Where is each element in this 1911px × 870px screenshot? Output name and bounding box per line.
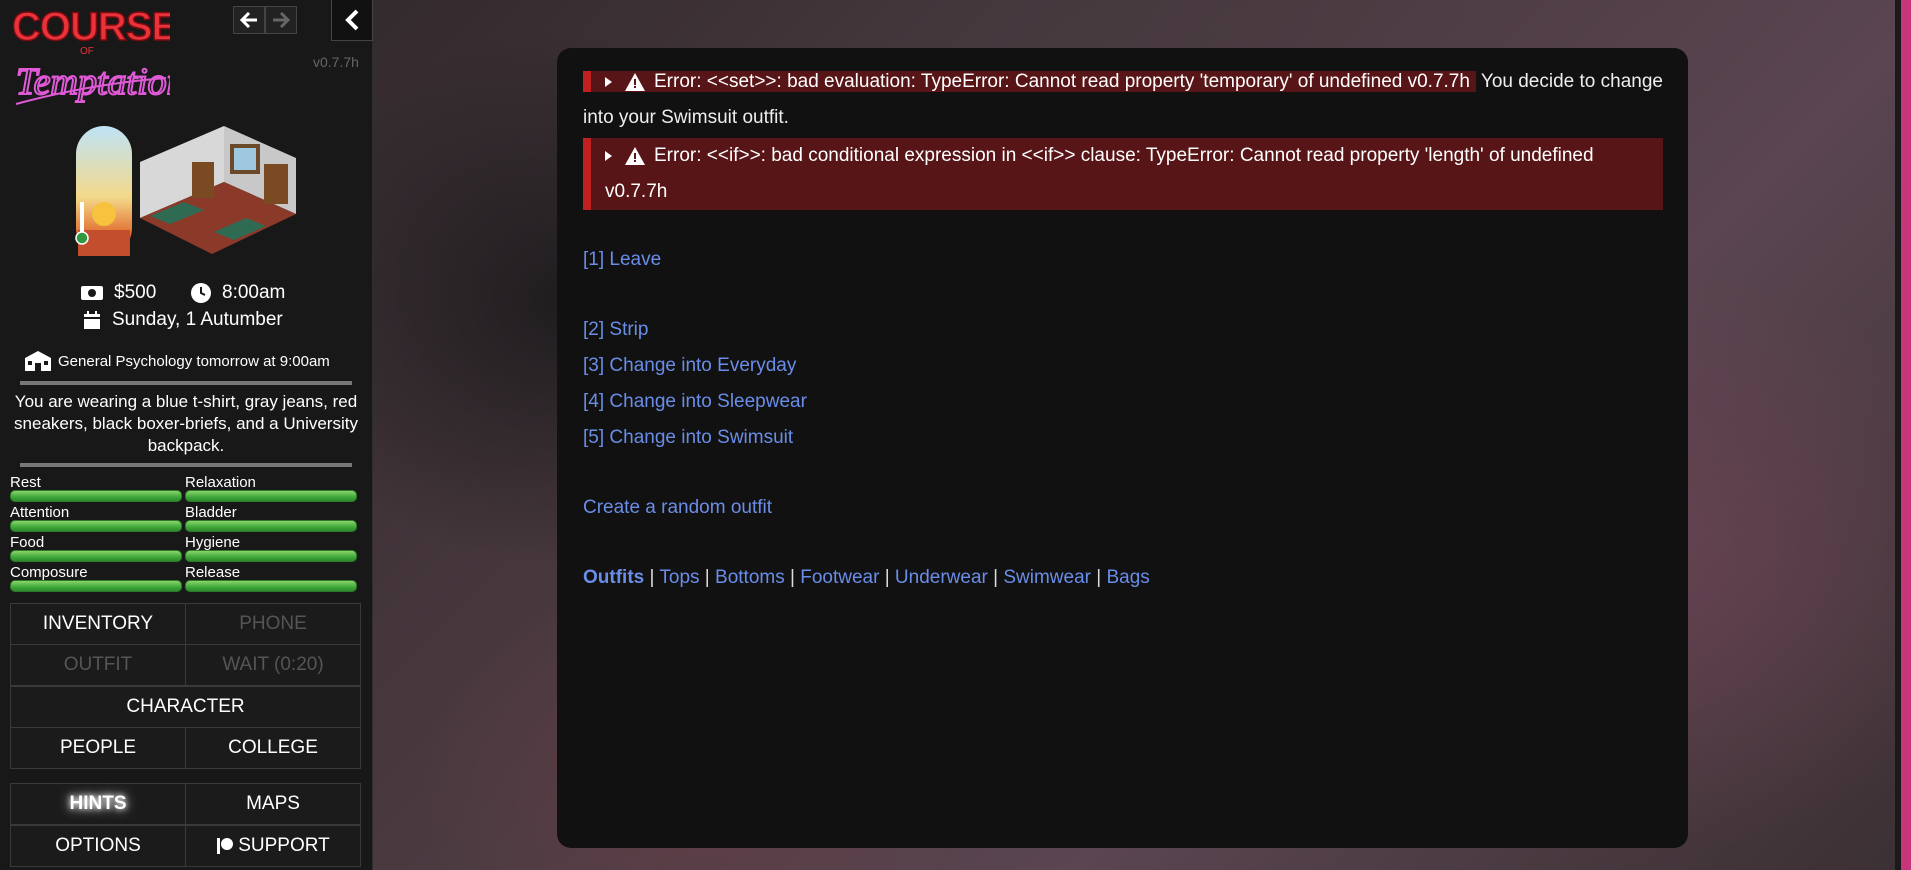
strip-link[interactable]: [2] Strip (583, 319, 648, 340)
tab-outfits[interactable]: Outfits (583, 567, 644, 588)
meter-composure: Composure (10, 564, 182, 592)
separator: | (790, 567, 795, 588)
money-value: $500 (114, 282, 157, 303)
meter-attention: Attention (10, 504, 182, 532)
college-button[interactable]: COLLEGE (185, 727, 361, 769)
character-button[interactable]: CHARACTER (10, 686, 361, 728)
wait-button[interactable]: WAIT (0:20) (185, 644, 361, 686)
divider (20, 381, 352, 385)
meter-label: Relaxation (185, 474, 256, 491)
time-display: 8:00am (190, 282, 285, 304)
people-button[interactable]: PEOPLE (10, 727, 186, 769)
sidebar-collapse-button[interactable] (331, 0, 373, 41)
separator: | (649, 567, 655, 588)
arrow-left-icon (240, 12, 257, 28)
meter-bar (10, 580, 182, 592)
svg-text:OF: OF (80, 46, 94, 57)
change-sleepwear-link[interactable]: [4] Change into Sleepwear (583, 391, 807, 412)
meter-relaxation: Relaxation (185, 474, 357, 502)
hints-button[interactable]: HINTS (10, 783, 186, 825)
time-value: 8:00am (222, 282, 286, 303)
meter-label: Attention (10, 504, 70, 521)
options-button[interactable]: OPTIONS (10, 825, 186, 867)
category-tabs: Outfits | Tops | Bottoms | Footwear | Un… (583, 560, 1663, 596)
money-display: $500 (80, 282, 156, 304)
money-icon (81, 286, 103, 300)
story-passage: Error: <<set>>: bad evaluation: TypeErro… (557, 48, 1688, 848)
support-label: SUPPORT (238, 835, 330, 856)
passage-content: Error: <<set>>: bad evaluation: TypeErro… (583, 64, 1663, 596)
separator: | (884, 567, 890, 588)
separator: | (993, 567, 999, 588)
meter-hygiene: Hygiene (185, 534, 357, 562)
passage-paragraph: Error: <<set>>: bad evaluation: TypeErro… (583, 64, 1663, 136)
class-notice-text: General Psychology tomorrow at 9:00am (58, 352, 330, 370)
tab-swimwear[interactable]: Swimwear (1003, 567, 1091, 588)
svg-text:COURSE: COURSE (12, 5, 170, 49)
meter-label: Hygiene (185, 534, 241, 551)
error-message[interactable]: Error: <<if>>: bad conditional expressio… (583, 138, 1663, 210)
meter-bar (10, 550, 182, 562)
meter-label: Food (10, 534, 45, 551)
history-back-button[interactable] (233, 6, 265, 34)
error-text: Error: <<if>>: bad conditional expressio… (605, 145, 1594, 202)
warning-icon (625, 146, 645, 165)
svg-text:Temptation: Temptation (16, 61, 170, 103)
outfit-button[interactable]: OUTFIT (10, 644, 186, 686)
error-text: Error: <<set>>: bad evaluation: TypeErro… (654, 71, 1470, 92)
meter-label: Composure (10, 564, 88, 581)
error-message[interactable]: Error: <<set>>: bad evaluation: TypeErro… (583, 71, 1476, 92)
change-swimsuit-link[interactable]: [5] Change into Swimsuit (583, 427, 793, 448)
meter-label: Rest (10, 474, 41, 491)
meter-bar (185, 550, 357, 562)
meter-bladder: Bladder (185, 504, 357, 532)
expand-caret-icon (605, 150, 612, 161)
sidebar: COURSE OF Temptation v0.7.7h $500 8:00am… (0, 0, 373, 870)
meter-bar (185, 490, 357, 502)
maps-button[interactable]: MAPS (185, 783, 361, 825)
calendar-icon (84, 311, 100, 329)
expand-caret-icon (605, 76, 612, 87)
meter-bar (185, 580, 357, 592)
room-illustration (75, 126, 296, 256)
change-everyday-link[interactable]: [3] Change into Everyday (583, 355, 796, 376)
meter-bar (185, 520, 357, 532)
meter-food: Food (10, 534, 182, 562)
chevron-left-icon (345, 9, 359, 31)
inventory-button[interactable]: INVENTORY (10, 603, 186, 645)
meter-label: Bladder (185, 504, 237, 521)
warning-icon (625, 72, 645, 91)
game-logo: COURSE OF Temptation (11, 4, 170, 105)
class-notice: General Psychology tomorrow at 9:00am (24, 350, 330, 372)
tab-tops[interactable]: Tops (659, 567, 699, 588)
date-value: Sunday, 1 Autumber (112, 309, 283, 330)
separator: | (1096, 567, 1102, 588)
tab-bottoms[interactable]: Bottoms (715, 567, 785, 588)
window-edge (1895, 0, 1911, 870)
date-display: Sunday, 1 Autumber (82, 309, 283, 331)
tab-footwear[interactable]: Footwear (800, 567, 879, 588)
arrow-right-icon (273, 12, 290, 28)
support-button[interactable]: SUPPORT (185, 825, 361, 867)
meter-bar (10, 520, 182, 532)
clock-icon (191, 283, 211, 303)
patreon-icon (217, 838, 234, 854)
tab-underwear[interactable]: Underwear (895, 567, 988, 588)
school-icon (25, 351, 51, 371)
meter-label: Release (185, 564, 241, 581)
meter-rest: Rest (10, 474, 182, 502)
meter-bar (10, 490, 182, 502)
clothing-description: You are wearing a blue t-shirt, gray jea… (14, 392, 358, 455)
random-outfit-link[interactable]: Create a random outfit (583, 497, 772, 518)
divider (20, 463, 352, 467)
history-forward-button[interactable] (265, 6, 297, 34)
meter-release: Release (185, 564, 357, 592)
tab-bags[interactable]: Bags (1106, 567, 1149, 588)
leave-link[interactable]: [1] Leave (583, 249, 661, 270)
separator: | (704, 567, 710, 588)
phone-button[interactable]: PHONE (185, 603, 361, 645)
version-label: v0.7.7h (313, 54, 359, 70)
